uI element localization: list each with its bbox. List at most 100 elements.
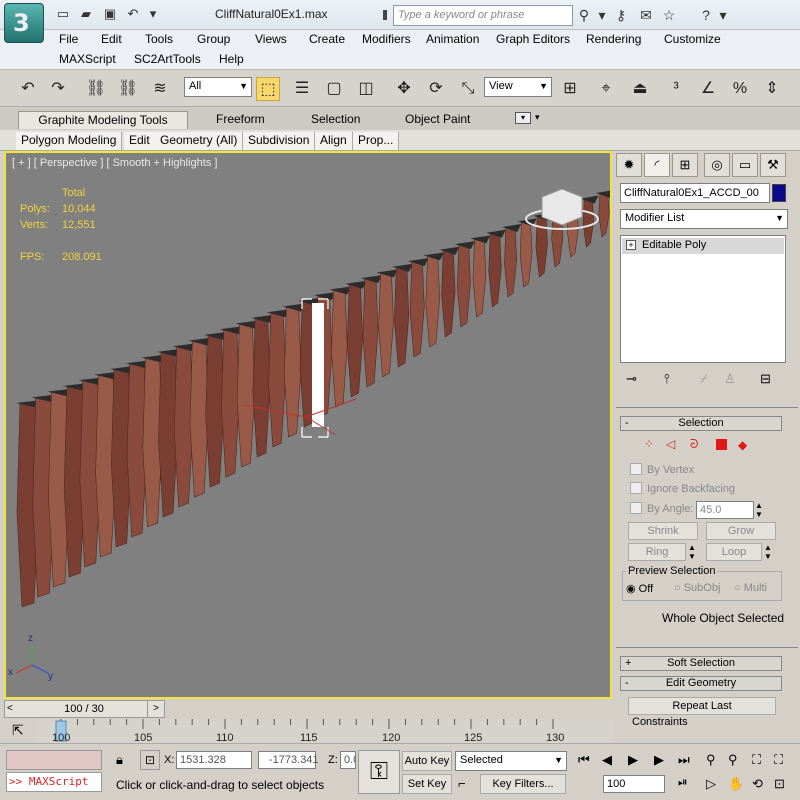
unlink-icon[interactable]: ⛓ [116, 77, 140, 101]
display-tab-icon[interactable]: ▭ [732, 153, 758, 177]
panel-geometry-all[interactable]: Geometry (All) [155, 132, 244, 150]
application-button[interactable]: 3 [4, 3, 44, 43]
object-name-field[interactable]: CliffNatural0Ex1_ACCD_00 [620, 183, 770, 203]
selection-filter-dropdown[interactable]: All ▼ [184, 77, 252, 97]
menu-rendering[interactable]: Rendering [586, 32, 641, 46]
zoom-extents-icon[interactable]: ⛶ [752, 752, 761, 768]
select-and-scale-icon[interactable]: ⤡ [456, 77, 480, 101]
pivot-center-icon[interactable]: ⊞ [558, 77, 582, 101]
keyboard-shortcut-override-icon[interactable]: ⏏ [628, 77, 652, 101]
reference-coordinate-dropdown[interactable]: View ▼ [484, 77, 552, 97]
soft-selection-rollout-header[interactable]: + Soft Selection [620, 656, 782, 671]
menu-tools[interactable]: Tools [145, 32, 173, 46]
menu-create[interactable]: Create [309, 32, 345, 46]
tab-object-paint[interactable]: Object Paint [397, 111, 478, 129]
play-icon[interactable]: ▶ [628, 752, 638, 768]
element-mode-icon[interactable]: ◆ [738, 438, 747, 452]
pin-stack-icon[interactable]: ⊸ [626, 371, 637, 387]
panel-polygon-modeling[interactable]: Polygon Modeling [16, 132, 123, 150]
tab-graphite-modeling-tools[interactable]: Graphite Modeling Tools [18, 111, 188, 129]
menu-sc2arttools[interactable]: SC2ArtTools [134, 52, 201, 66]
vertex-mode-icon[interactable]: ⁘ [644, 437, 654, 451]
manipulate-icon[interactable]: ⌖ [594, 77, 618, 101]
border-mode-icon[interactable]: ᘐ [690, 437, 698, 452]
previous-key-icon[interactable]: ◀ [602, 752, 612, 768]
motion-tab-icon[interactable]: ◎ [704, 153, 730, 177]
binoculars-icon[interactable]: ⚲ [575, 6, 593, 24]
edge-mode-icon[interactable]: ◁ [666, 437, 675, 451]
shrink-button[interactable]: Shrink [628, 522, 698, 540]
ring-spinner-icon[interactable]: ▲ ▼ [688, 543, 696, 561]
edit-geometry-rollout-header[interactable]: - Edit Geometry [620, 676, 782, 691]
menu-views[interactable]: Views [255, 32, 287, 46]
percent-snap-icon[interactable]: % [728, 77, 752, 101]
maximize-viewport-icon[interactable]: ⊡ [774, 776, 785, 792]
next-key-icon[interactable]: ▶ [654, 752, 664, 768]
zoom-extents-all-icon[interactable]: ⛶ [774, 752, 783, 768]
menu-help[interactable]: Help [219, 52, 244, 66]
menu-modifiers[interactable]: Modifiers [362, 32, 411, 46]
time-slider[interactable]: < 100 / 30 [4, 700, 164, 718]
polygon-mode-icon[interactable] [716, 439, 727, 450]
modifier-list-dropdown[interactable]: Modifier List ▼ [620, 209, 788, 229]
set-key-mode-icon[interactable]: ⚿ [358, 750, 400, 794]
field-of-view-icon[interactable]: ▷ [706, 776, 716, 792]
redo-icon[interactable]: ↷ [46, 77, 70, 101]
favorites-star-icon[interactable]: ☆ [660, 6, 678, 24]
key-filters-button[interactable]: Key Filters... [480, 774, 566, 794]
x-coord-field[interactable]: 1531.328 [176, 751, 252, 769]
key-mode-dropdown[interactable]: Selected ▼ [455, 751, 567, 771]
remove-modifier-icon[interactable]: ♙ [724, 371, 736, 387]
loop-spinner-icon[interactable]: ▲ ▼ [764, 543, 772, 561]
menu-customize[interactable]: Customize [664, 32, 721, 46]
undo-icon[interactable]: ↶ [16, 77, 40, 101]
auto-key-button[interactable]: Auto Key [402, 751, 452, 771]
menu-maxscript[interactable]: MAXScript [59, 52, 116, 66]
configure-modifier-sets-icon[interactable]: ⊟ [760, 371, 771, 387]
pan-view-icon[interactable]: ✋ [728, 776, 744, 792]
z-coord-field[interactable]: 0.0 [340, 751, 356, 769]
menu-file[interactable]: File [59, 32, 78, 46]
previous-frame-icon[interactable]: < [7, 701, 13, 717]
angle-spinner-icon[interactable]: ▲ ▼ [755, 501, 763, 519]
undo-icon[interactable]: ↶ [125, 6, 141, 22]
view-cube-icon[interactable] [541, 188, 583, 226]
open-mini-curve-editor-icon[interactable]: ⇱ [12, 722, 24, 739]
help-icon[interactable]: ? [697, 6, 715, 24]
next-frame-icon[interactable]: > [147, 700, 165, 718]
ignore-backfacing-checkbox[interactable]: Ignore Backfacing [630, 482, 735, 495]
ring-button[interactable]: Ring [628, 543, 686, 561]
preview-multi-radio[interactable]: ○ Multi [734, 582, 767, 594]
panel-edit[interactable]: Edit [124, 132, 156, 150]
hierarchy-tab-icon[interactable]: ⊞ [672, 153, 698, 177]
by-angle-checkbox[interactable]: By Angle: [630, 502, 693, 515]
by-vertex-checkbox[interactable]: By Vertex [630, 463, 694, 476]
menu-group[interactable]: Group [197, 32, 230, 46]
grow-button[interactable]: Grow [706, 522, 776, 540]
select-object-icon[interactable]: ⬚ [256, 77, 280, 101]
lock-selection-icon[interactable]: 🔒︎ [116, 752, 123, 768]
expand-icon[interactable]: + [626, 240, 636, 250]
maxscript-mini-listener[interactable]: >> MAXScript [6, 772, 102, 792]
tab-selection[interactable]: Selection [303, 111, 368, 129]
select-and-link-icon[interactable]: ⛓ [84, 77, 108, 101]
panel-subdivision[interactable]: Subdivision [243, 132, 316, 150]
panel-align[interactable]: Align [315, 132, 353, 150]
absolute-mode-icon[interactable]: ⊡ [140, 750, 160, 770]
quick-access-dropdown-icon[interactable]: ▾ [145, 6, 161, 22]
set-key-button[interactable]: Set Key [402, 774, 452, 794]
search-input[interactable]: Type a keyword or phrase [393, 5, 573, 26]
perspective-viewport[interactable]: [ + ] [ Perspective ] [ Smooth + Highlig… [4, 151, 612, 699]
save-icon[interactable]: ▣ [102, 6, 118, 22]
zoom-all-icon[interactable]: ⚲ [728, 752, 738, 768]
stack-item-editable-poly[interactable]: + Editable Poly [622, 238, 784, 254]
tab-freeform[interactable]: Freeform [208, 111, 273, 129]
make-unique-icon[interactable]: ⌿ [700, 371, 708, 387]
key-mode-toggle-icon[interactable]: ⏯ [678, 775, 688, 790]
object-color-swatch[interactable] [772, 184, 786, 202]
select-by-name-icon[interactable]: ☰ [290, 77, 314, 101]
utilities-tab-icon[interactable]: ⚒ [760, 153, 786, 177]
communication-center-icon[interactable]: ✉ [637, 6, 655, 24]
angle-value-field[interactable]: 45.0 [696, 501, 754, 519]
zoom-icon[interactable]: ⚲ [706, 752, 716, 768]
